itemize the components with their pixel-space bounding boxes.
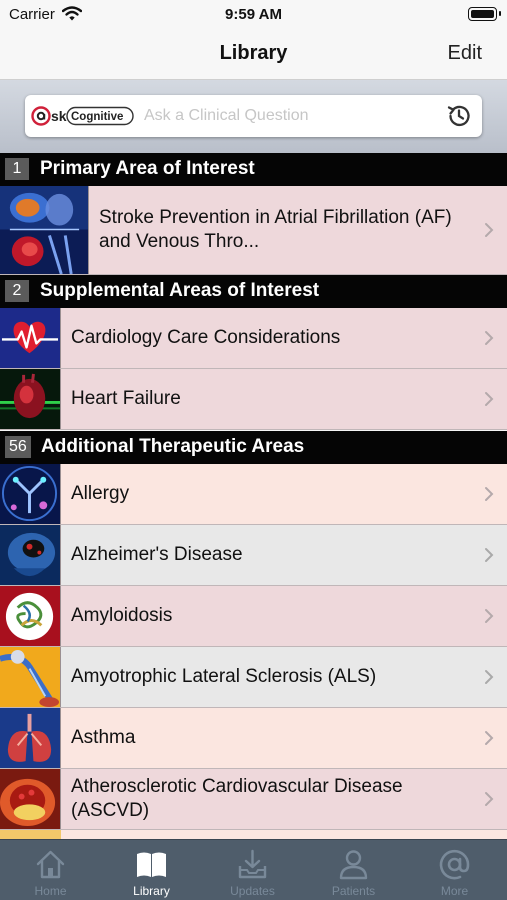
protein-image xyxy=(0,586,61,646)
list-item-label: Asthma xyxy=(71,727,136,748)
navigation-bar: Library Edit xyxy=(0,30,507,80)
list-item-partial xyxy=(0,830,507,839)
brain-scan-image xyxy=(0,525,61,585)
library-item-ascvd[interactable]: Atherosclerotic Cardiovascular Disease (… xyxy=(0,769,507,830)
list-item-label: Amyloidosis xyxy=(71,605,173,626)
tab-more[interactable]: More xyxy=(404,840,505,900)
tab-home[interactable]: Home xyxy=(0,840,101,900)
chevron-right-icon xyxy=(471,308,507,368)
ask-cognitive-logo: sk Cognitive xyxy=(31,106,134,126)
neuron-image xyxy=(0,647,61,707)
updates-icon xyxy=(238,849,267,879)
clock-time: 9:59 AM xyxy=(225,6,282,23)
home-icon xyxy=(36,850,65,879)
list-item-label: Heart Failure xyxy=(71,388,181,409)
heart-image xyxy=(0,369,61,429)
library-icon xyxy=(137,852,166,877)
library-item-allergy[interactable]: Allergy xyxy=(0,464,507,525)
list-item-label: Cardiology Care Considerations xyxy=(71,327,341,348)
tab-label: Patients xyxy=(331,884,376,898)
section-title: Additional Therapeutic Areas xyxy=(41,436,305,457)
tab-label: Updates xyxy=(230,884,275,898)
list-item-label: Allergy xyxy=(71,483,130,504)
section-title: Primary Area of Interest xyxy=(40,158,255,179)
library-item-cardiology-care[interactable]: Cardiology Care Considerations xyxy=(0,308,507,369)
chevron-right-icon xyxy=(471,708,507,768)
section-header-additional: 56 Additional Therapeutic Areas xyxy=(0,431,507,464)
library-item-stroke-prevention[interactable]: Stroke Prevention in Atrial Fibrillation… xyxy=(0,186,507,275)
library-item-als[interactable]: Amyotrophic Lateral Sclerosis (ALS) xyxy=(0,647,507,708)
tab-bar: Home Library Updates Patients More xyxy=(0,839,507,900)
chevron-right-icon xyxy=(471,369,507,429)
tab-updates[interactable]: Updates xyxy=(202,840,303,900)
section-count-badge: 1 xyxy=(5,158,29,180)
page-title: Library xyxy=(219,42,288,64)
chevron-right-icon xyxy=(471,647,507,707)
search-box[interactable]: sk Cognitive xyxy=(25,95,482,137)
tab-label: Home xyxy=(34,884,67,898)
section-count-badge: 2 xyxy=(5,280,29,302)
status-bar: Carrier 9:59 AM xyxy=(0,0,507,30)
search-area: sk Cognitive xyxy=(0,80,507,153)
brain-heart-image xyxy=(0,186,89,274)
heartbeat-image xyxy=(0,308,61,368)
svg-text:Cognitive: Cognitive xyxy=(71,111,123,123)
library-item-alzheimers[interactable]: Alzheimer's Disease xyxy=(0,525,507,586)
lungs-image xyxy=(0,708,61,768)
allergy-image xyxy=(0,464,61,524)
tab-label: More xyxy=(440,884,469,898)
artery-image xyxy=(0,769,61,829)
section-header-supplemental: 2 Supplemental Areas of Interest xyxy=(0,275,507,308)
tab-library[interactable]: Library xyxy=(101,840,202,900)
tab-label: Library xyxy=(133,884,170,898)
more-icon xyxy=(439,849,470,880)
list-item-label: Alzheimer's Disease xyxy=(71,544,243,565)
library-item-asthma[interactable]: Asthma xyxy=(0,708,507,769)
clinical-question-input[interactable] xyxy=(144,103,434,129)
battery-icon xyxy=(468,7,501,21)
chevron-right-icon xyxy=(471,586,507,646)
history-icon[interactable] xyxy=(445,102,473,130)
chevron-right-icon xyxy=(471,186,507,274)
chevron-right-icon xyxy=(471,464,507,524)
section-header-primary: 1 Primary Area of Interest xyxy=(0,153,507,186)
section-title: Supplemental Areas of Interest xyxy=(40,280,320,301)
edit-button[interactable]: Edit xyxy=(448,42,482,65)
chevron-right-icon xyxy=(471,525,507,585)
patients-icon xyxy=(339,850,368,880)
tab-patients[interactable]: Patients xyxy=(303,840,404,900)
chevron-right-icon xyxy=(471,769,507,829)
section-count-badge: 56 xyxy=(5,436,31,458)
library-item-amyloidosis[interactable]: Amyloidosis xyxy=(0,586,507,647)
list-item-label: Amyotrophic Lateral Sclerosis (ALS) xyxy=(71,666,377,687)
svg-text:sk: sk xyxy=(51,108,67,124)
list-item-label: Atherosclerotic Cardiovascular Disease (… xyxy=(71,776,403,821)
list-item-label: Stroke Prevention in Atrial Fibrillation… xyxy=(99,207,452,252)
library-item-heart-failure[interactable]: Heart Failure xyxy=(0,369,507,430)
